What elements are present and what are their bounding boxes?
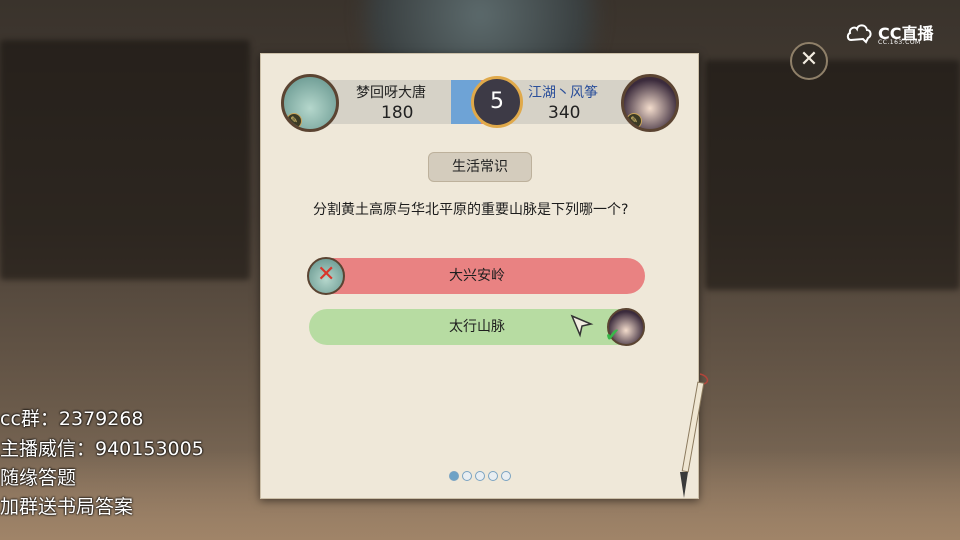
answer-option-1[interactable]: ✕ 大兴安岭: [307, 257, 645, 295]
pagination-dots: [449, 466, 514, 481]
background-shelf-right: [705, 60, 960, 290]
score-bar: ✎ 梦回呀大唐 180 5 江湖丶风筝 340 ✎: [281, 72, 679, 132]
background-shelf-left: [0, 40, 250, 280]
player-right-name: 江湖丶风筝: [528, 85, 598, 101]
close-button[interactable]: ✕: [790, 42, 828, 80]
question-category: 生活常识: [428, 152, 532, 182]
brush-badge-icon: ✎: [626, 113, 642, 129]
pagination-dot: [475, 471, 485, 481]
player-left-avatar: ✎: [281, 74, 339, 132]
question-text: 分割黄土高原与华北平原的重要山脉是下列哪一个?: [313, 202, 629, 218]
answer-option-2-label: 太行山脉: [449, 319, 505, 335]
overlay-line-4: 加群送书局答案: [0, 496, 134, 518]
close-icon: ✕: [799, 47, 819, 72]
quiz-panel: ✎ 梦回呀大唐 180 5 江湖丶风筝 340 ✎ 生活常识 分割黄土高原与华北…: [260, 53, 699, 499]
answer-option-2[interactable]: 太行山脉 ✔: [309, 308, 645, 346]
brush-badge-icon: ✎: [286, 113, 302, 129]
player-left-name: 梦回呀大唐: [356, 85, 426, 101]
brush-icon: [680, 373, 709, 498]
cursor-arrow-icon: [570, 314, 594, 338]
cross-mark-icon: ✕: [317, 262, 336, 287]
player-right-avatar: ✎: [621, 74, 679, 132]
pagination-dot: [488, 471, 498, 481]
countdown-timer: 5: [471, 76, 523, 128]
pagination-dot: [462, 471, 472, 481]
answer-option-1-label: 大兴安岭: [449, 268, 505, 284]
check-mark-icon: ✔: [605, 325, 621, 346]
overlay-line-3: 随缘答题: [0, 467, 77, 489]
player-right-score: 340: [548, 103, 581, 123]
cc-logo-icon: [846, 24, 872, 44]
logo-sub-text: CC.163.COM: [878, 39, 921, 46]
overlay-line-2: 主播威信：940153005: [0, 438, 204, 460]
pagination-dot: [501, 471, 511, 481]
overlay-line-1: cc群：2379268: [0, 408, 144, 430]
player-left-score: 180: [381, 103, 414, 123]
cc-logo: CC直播 CC.163.COM: [846, 20, 946, 50]
pagination-dot: [449, 471, 459, 481]
